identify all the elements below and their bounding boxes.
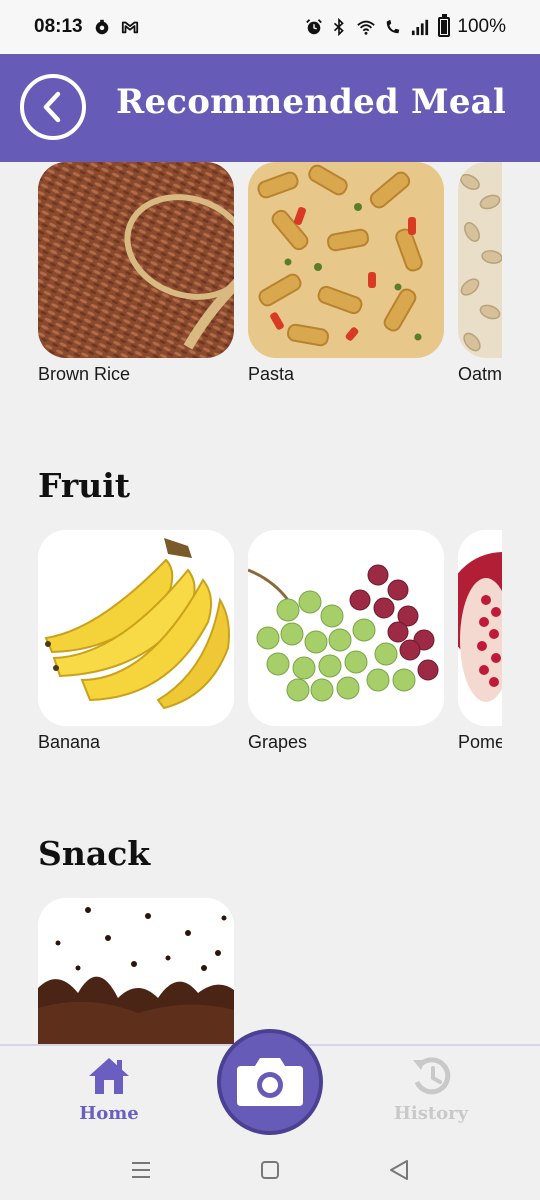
nav-history[interactable]: History bbox=[376, 1056, 486, 1124]
gmail-icon bbox=[121, 21, 138, 34]
oatmeal-image bbox=[458, 162, 502, 358]
meal-card-pomegranate[interactable]: Pome bbox=[458, 530, 502, 753]
signal-icon bbox=[412, 19, 429, 36]
camera-button[interactable] bbox=[217, 1029, 323, 1135]
status-bar: 08:13 100% bbox=[0, 0, 540, 54]
meal-label: Grapes bbox=[248, 732, 308, 752]
snack-carousel[interactable] bbox=[38, 898, 502, 1044]
pasta-image bbox=[248, 162, 444, 358]
pomegranate-image bbox=[458, 530, 502, 726]
meal-card-brown-rice[interactable]: Brown Rice bbox=[38, 162, 234, 385]
meal-label: Oatm bbox=[458, 364, 502, 384]
section-title-fruit: Fruit bbox=[38, 466, 131, 505]
back-button[interactable] bbox=[20, 74, 86, 140]
page-title: Recommended Meal bbox=[116, 82, 506, 122]
battery-percent: 100% bbox=[457, 16, 506, 37]
home-icon bbox=[89, 1058, 129, 1094]
status-time: 08:13 bbox=[34, 16, 83, 37]
app-notification-icon bbox=[95, 19, 108, 35]
system-navigation-bar bbox=[0, 1140, 540, 1200]
meal-card-banana[interactable]: Banana bbox=[38, 530, 234, 753]
grapes-image bbox=[248, 530, 444, 726]
history-icon bbox=[413, 1057, 451, 1095]
camera-icon bbox=[237, 1058, 303, 1106]
nav-history-label: History bbox=[393, 1103, 469, 1124]
brown-rice-image bbox=[38, 162, 234, 358]
alarm-icon bbox=[306, 19, 323, 35]
chevron-left-icon bbox=[43, 91, 61, 123]
meal-list[interactable]: Brown Rice Pasta Oatm Fruit Banana Grape… bbox=[0, 162, 540, 1044]
banana-image bbox=[38, 530, 234, 726]
meal-card-pasta[interactable]: Pasta bbox=[248, 162, 444, 385]
section-title-snack: Snack bbox=[38, 834, 151, 873]
bluetooth-icon bbox=[334, 18, 345, 36]
meal-label: Pome bbox=[458, 732, 502, 752]
wifi-icon bbox=[357, 20, 376, 35]
wifi-call-icon bbox=[387, 19, 400, 34]
chocolate-image bbox=[38, 898, 234, 1044]
grains-carousel[interactable]: Brown Rice Pasta Oatm bbox=[38, 162, 502, 398]
nav-home[interactable]: Home bbox=[54, 1056, 164, 1124]
fruit-carousel[interactable]: Banana Grapes Pome bbox=[38, 530, 502, 766]
meal-label: Brown Rice bbox=[38, 364, 131, 384]
meal-label: Pasta bbox=[248, 364, 295, 384]
recent-apps-icon[interactable] bbox=[127, 1156, 155, 1184]
meal-card-grapes[interactable]: Grapes bbox=[248, 530, 444, 753]
app-header: Recommended Meal bbox=[0, 54, 540, 162]
meal-card-oatmeal[interactable]: Oatm bbox=[458, 162, 502, 385]
meal-card-chocolate[interactable] bbox=[38, 898, 234, 1044]
battery-icon bbox=[438, 14, 451, 37]
back-system-icon[interactable] bbox=[385, 1156, 413, 1184]
nav-home-label: Home bbox=[79, 1103, 139, 1124]
home-system-icon[interactable] bbox=[256, 1156, 284, 1184]
meal-label: Banana bbox=[38, 732, 101, 752]
